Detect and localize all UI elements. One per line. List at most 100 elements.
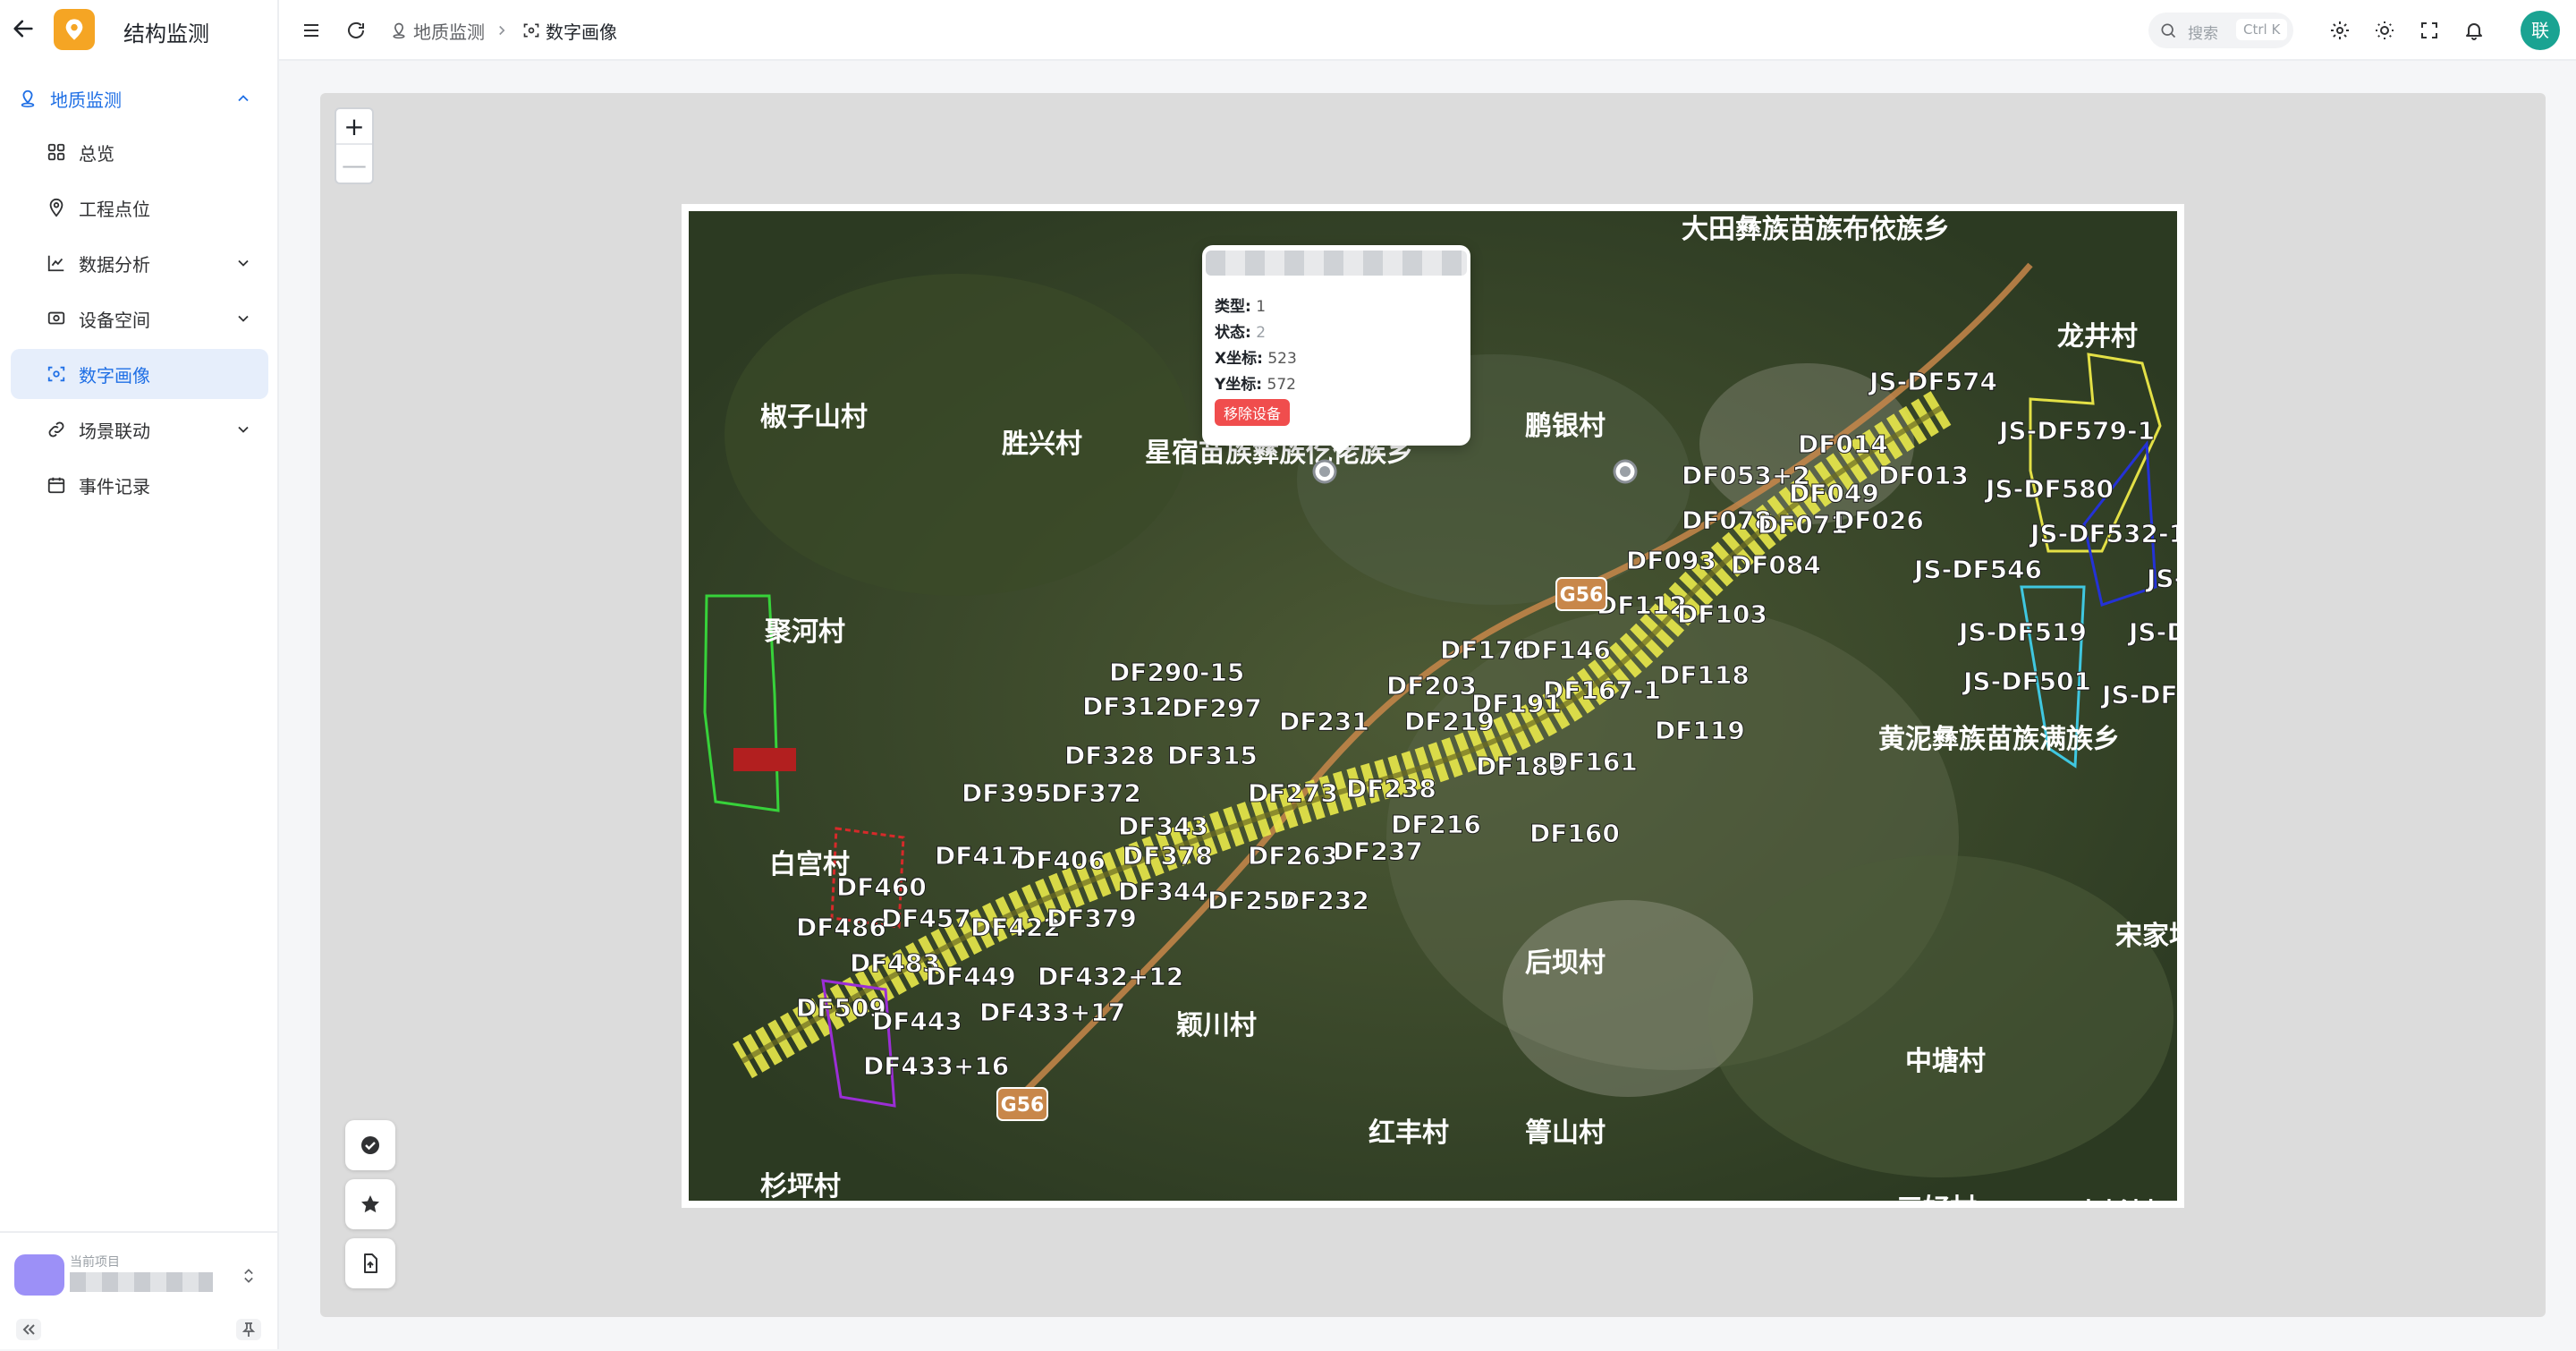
sidebar-item-data-analysis[interactable]: 数据分析 bbox=[11, 238, 268, 288]
popup-key: Y坐标: bbox=[1215, 376, 1263, 394]
gear-icon[interactable] bbox=[2329, 20, 2351, 41]
bell-icon[interactable] bbox=[2463, 20, 2485, 41]
refresh-icon[interactable] bbox=[345, 20, 367, 41]
scan-icon bbox=[47, 366, 65, 382]
station-label: DF433+16 bbox=[863, 1051, 1009, 1081]
station-label: DF372 bbox=[1051, 778, 1141, 808]
popup-key: 类型: bbox=[1215, 298, 1251, 316]
sidebar-group-label: 地质监测 bbox=[50, 89, 122, 111]
sidebar-item-overview[interactable]: 总览 bbox=[11, 127, 268, 177]
user-avatar[interactable]: 联 bbox=[2521, 11, 2560, 50]
app-logo bbox=[54, 9, 95, 50]
back-arrow-icon[interactable] bbox=[11, 16, 36, 41]
search-shortcut: Ctrl K bbox=[2236, 19, 2288, 40]
station-label: DF443 bbox=[872, 1007, 962, 1036]
sidebar-group-geology[interactable]: 地质监测 bbox=[11, 73, 268, 123]
popup-row-type: 类型: 1 bbox=[1215, 293, 1266, 316]
device-popup: 类型: 1 状态: 2 X坐标: 523 Y坐标: 572 移除设备 bbox=[1202, 245, 1470, 455]
station-label: DF093 bbox=[1626, 546, 1716, 575]
chevron-updown-icon[interactable] bbox=[240, 1265, 258, 1287]
popup-value: 572 bbox=[1267, 376, 1296, 394]
file-export-icon bbox=[364, 1253, 377, 1273]
road-shield-label: G56 bbox=[1560, 584, 1604, 607]
location-person-icon bbox=[21, 89, 35, 107]
zoom-control: + — bbox=[335, 107, 374, 184]
pin-icon[interactable] bbox=[236, 1319, 261, 1340]
village-label: 大田彝族苗族布依族乡 bbox=[1682, 214, 1950, 245]
station-label: JS-DF501 bbox=[1962, 667, 2091, 696]
station-label: DF231 bbox=[1279, 707, 1369, 736]
grid-icon bbox=[47, 143, 65, 161]
chevron-up-icon bbox=[238, 95, 249, 102]
chevron-down-icon bbox=[238, 426, 249, 433]
remove-device-button[interactable]: 移除设备 bbox=[1215, 399, 1291, 426]
village-label: 颖川村 bbox=[1176, 1010, 1257, 1041]
zoom-in-button[interactable]: + bbox=[336, 109, 372, 145]
station-label: JS-DF519 bbox=[1957, 617, 2087, 647]
station-label: DF026 bbox=[1834, 506, 1924, 535]
popup-value: 2 bbox=[1256, 324, 1267, 342]
breadcrumb-item[interactable]: 地质监测 bbox=[413, 18, 485, 44]
sidebar-item-scene-linkage[interactable]: 场景联动 bbox=[11, 404, 268, 455]
sidebar-item-label: 设备空间 bbox=[79, 310, 150, 331]
station-label: JS-DF574 bbox=[1868, 367, 1997, 396]
station-label: DF112 bbox=[1597, 591, 1687, 620]
station-label: DF343 bbox=[1118, 811, 1208, 841]
popup-value: 1 bbox=[1256, 298, 1267, 316]
fullscreen-icon[interactable] bbox=[2419, 20, 2440, 41]
station-label: JS-DF580 bbox=[1984, 474, 2114, 504]
sidebar: 结构监测 地质监测 总览 工程点位 数据分析 设备空间 数字画像 场景联动 事件… bbox=[0, 0, 279, 1349]
village-label: 青杉村 bbox=[2075, 1198, 2156, 1201]
sidebar-item-digital-portrait[interactable]: 数字画像 bbox=[11, 349, 268, 399]
popup-row-status: 状态: 2 bbox=[1215, 319, 1266, 342]
station-label: DF161 bbox=[1547, 747, 1638, 777]
village-label: 胜兴村 bbox=[1002, 429, 1082, 460]
menu-toggle-icon[interactable] bbox=[301, 20, 322, 41]
search-icon bbox=[2161, 23, 2176, 38]
scan-icon bbox=[523, 23, 539, 38]
logo-icon bbox=[65, 19, 83, 40]
sidebar-item-project-points[interactable]: 工程点位 bbox=[11, 183, 268, 233]
project-switcher[interactable]: 当前项目 bbox=[0, 1231, 279, 1351]
map-pin-icon bbox=[49, 198, 64, 217]
sidebar-item-device-space[interactable]: 设备空间 bbox=[11, 293, 268, 344]
device-marker[interactable] bbox=[1311, 458, 1338, 485]
star-icon bbox=[361, 1195, 379, 1213]
breadcrumb-current: 数字画像 bbox=[546, 21, 617, 43]
station-label: DF417 bbox=[935, 841, 1025, 871]
station-label: DF297 bbox=[1172, 693, 1262, 723]
sidebar-item-label: 场景联动 bbox=[79, 421, 150, 442]
red-marker-label bbox=[733, 748, 796, 771]
location-person-icon bbox=[393, 22, 405, 39]
favorite-tool-button[interactable] bbox=[345, 1179, 395, 1229]
station-label: DF176 bbox=[1440, 635, 1530, 665]
collapse-sidebar-icon[interactable] bbox=[16, 1319, 41, 1340]
sidebar-item-label: 数字画像 bbox=[79, 365, 150, 387]
station-label: DF460 bbox=[836, 872, 927, 902]
village-label: 杉坪村 bbox=[760, 1171, 841, 1201]
calendar-icon bbox=[47, 477, 65, 494]
station-label: DF118 bbox=[1659, 660, 1750, 690]
station-label: JS-DF579-1 bbox=[1997, 416, 2155, 446]
popup-row-y: Y坐标: 572 bbox=[1215, 371, 1296, 394]
brand-bar: 结构监测 bbox=[0, 0, 279, 61]
project-avatar bbox=[14, 1254, 64, 1296]
confirm-tool-button[interactable] bbox=[345, 1120, 395, 1170]
device-icon bbox=[47, 311, 65, 325]
sidebar-item-event-log[interactable]: 事件记录 bbox=[11, 460, 268, 510]
station-label: DF273 bbox=[1248, 778, 1338, 808]
topbar: 地质监测 数字画像 搜索 Ctrl K 联 bbox=[279, 0, 2576, 61]
station-label: DF216 bbox=[1391, 810, 1481, 839]
sun-icon[interactable] bbox=[2374, 20, 2395, 41]
road-shield-g56: G56 bbox=[1555, 577, 1607, 611]
export-tool-button[interactable] bbox=[345, 1238, 395, 1288]
station-label: DF312 bbox=[1082, 692, 1173, 721]
chevron-down-icon bbox=[238, 259, 249, 267]
device-marker-selected[interactable] bbox=[1612, 458, 1639, 485]
map-canvas[interactable]: + — 大田彝族苗族布依族乡 龙井村 椒子山村 胜兴村 星宿苗族彝族仡佬族乡 鹏… bbox=[320, 93, 2546, 1317]
search-box[interactable]: 搜索 Ctrl K bbox=[2148, 13, 2293, 48]
popup-key: X坐标: bbox=[1215, 350, 1263, 368]
station-label: DF432+12 bbox=[1038, 962, 1183, 991]
zoom-out-button[interactable]: — bbox=[336, 147, 372, 183]
station-label: DF084 bbox=[1731, 550, 1821, 580]
